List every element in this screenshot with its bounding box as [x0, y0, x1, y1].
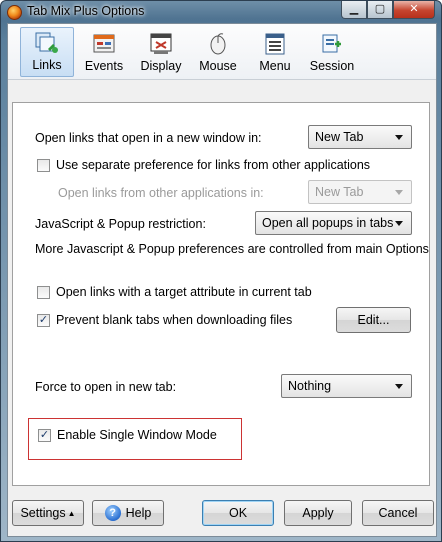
popup-restriction-dropdown[interactable]: Open all popups in tabs — [255, 211, 412, 235]
settings-button[interactable]: Settings ▲ — [12, 500, 84, 526]
tab-display[interactable]: Display — [134, 27, 188, 77]
prevent-blank-checkbox[interactable]: ✓ — [37, 314, 50, 327]
dialog-client: Links Events Display Mouse Menu Session … — [7, 23, 437, 537]
cancel-button[interactable]: Cancel — [362, 500, 434, 526]
separate-pref-label: Use separate preference for links from o… — [56, 158, 371, 172]
tab-mouse[interactable]: Mouse — [191, 27, 245, 77]
tab-session-label: Session — [309, 59, 355, 73]
edit-button[interactable]: Edit... — [336, 307, 411, 333]
help-label: Help — [125, 506, 152, 520]
options-window: Tab Mix Plus Options ▁ ▢ ✕ Links Events … — [0, 0, 442, 542]
menu-icon — [262, 32, 288, 56]
force-new-tab-dropdown[interactable]: Nothing — [281, 374, 412, 398]
popup-restriction-label: JavaScript & Popup restriction: — [35, 217, 206, 231]
caret-up-icon: ▲ — [67, 508, 76, 518]
single-window-checkbox[interactable]: ✓ — [38, 429, 51, 442]
single-window-label: Enable Single Window Mode — [57, 428, 217, 442]
new-window-label: Open links that open in a new window in: — [35, 131, 262, 145]
title-bar[interactable]: Tab Mix Plus Options ▁ ▢ ✕ — [1, 1, 441, 23]
firefox-icon — [7, 5, 22, 20]
window-title: Tab Mix Plus Options — [27, 4, 145, 18]
more-prefs-text: More Javascript & Popup preferences are … — [35, 242, 429, 256]
caption-buttons: ▁ ▢ ✕ — [341, 1, 435, 19]
tab-menu-label: Menu — [259, 59, 291, 73]
prevent-blank-label: Prevent blank tabs when downloading file… — [56, 313, 293, 327]
other-apps-dropdown[interactable]: New Tab — [308, 180, 412, 204]
session-icon — [319, 32, 345, 56]
ok-button[interactable]: OK — [202, 500, 274, 526]
category-toolbar: Links Events Display Mouse Menu Session — [8, 24, 436, 80]
apply-button[interactable]: Apply — [284, 500, 352, 526]
settings-label: Settings — [20, 506, 66, 520]
target-attr-label: Open links with a target attribute in cu… — [56, 285, 312, 299]
tab-links[interactable]: Links — [20, 27, 74, 77]
maximize-button[interactable]: ▢ — [367, 1, 393, 19]
tab-links-label: Links — [32, 58, 62, 72]
popup-restriction-value: Open all popups in tabs — [262, 216, 394, 230]
chevron-down-icon — [395, 384, 403, 389]
events-icon — [91, 32, 117, 56]
force-new-tab-label: Force to open in new tab: — [35, 380, 177, 394]
separate-pref-checkbox[interactable] — [37, 159, 50, 172]
target-attr-checkbox[interactable] — [37, 286, 50, 299]
mouse-icon — [205, 32, 231, 56]
links-icon — [34, 31, 60, 55]
chevron-down-icon — [395, 135, 403, 140]
tab-events-label: Events — [84, 59, 124, 73]
tab-display-label: Display — [140, 59, 182, 73]
chevron-down-icon — [395, 221, 403, 226]
other-apps-value: New Tab — [315, 185, 364, 199]
new-window-dropdown[interactable]: New Tab — [308, 125, 412, 149]
tab-events[interactable]: Events — [77, 27, 131, 77]
force-new-tab-value: Nothing — [288, 379, 332, 393]
tab-mouse-label: Mouse — [199, 59, 237, 73]
chevron-down-icon — [395, 190, 403, 195]
help-button[interactable]: ? Help — [92, 500, 164, 526]
close-button[interactable]: ✕ — [393, 1, 435, 19]
display-icon — [148, 32, 174, 56]
tab-session[interactable]: Session — [305, 27, 359, 77]
minimize-button[interactable]: ▁ — [341, 1, 367, 19]
help-icon: ? — [104, 505, 121, 521]
other-apps-label: Open links from other applications in: — [58, 186, 264, 200]
tab-menu[interactable]: Menu — [248, 27, 302, 77]
new-window-value: New Tab — [315, 130, 364, 144]
